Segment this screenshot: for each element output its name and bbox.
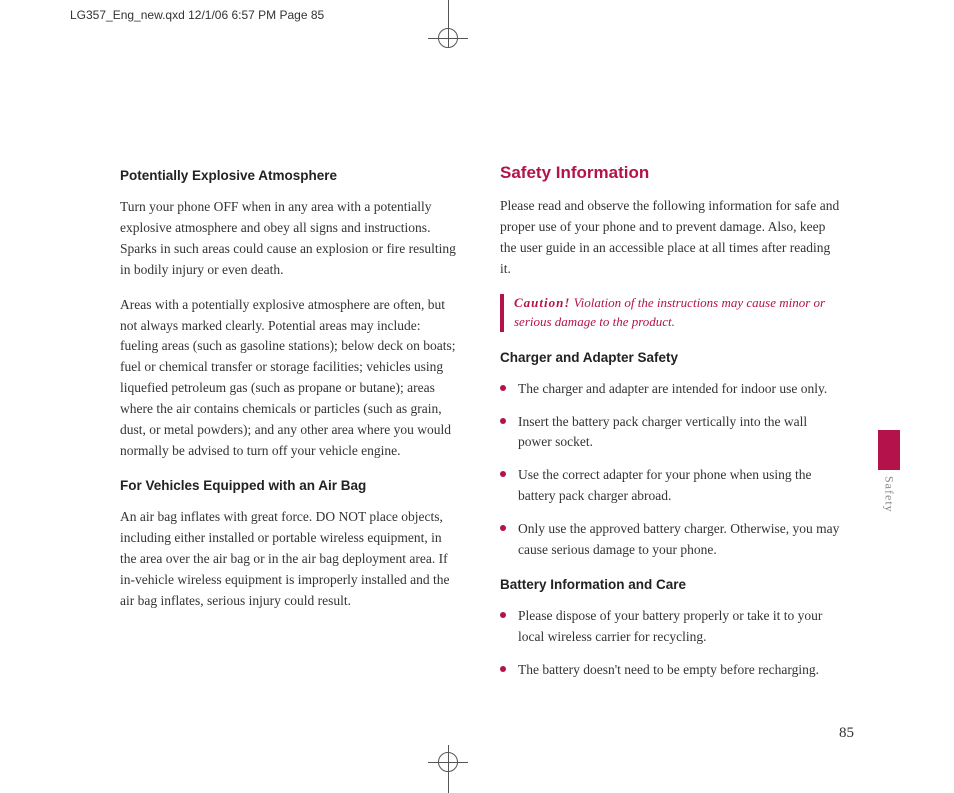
caution-label: Caution!	[514, 295, 570, 310]
list-item: Insert the battery pack charger vertical…	[500, 412, 840, 454]
list-item: The charger and adapter are intended for…	[500, 379, 840, 400]
body-text: Turn your phone OFF when in any area wit…	[120, 197, 460, 281]
registration-mark-icon	[448, 752, 449, 772]
tab-marker-icon	[878, 430, 900, 470]
heading-airbag: For Vehicles Equipped with an Air Bag	[120, 476, 460, 497]
right-column: Safety Information Please read and obser…	[500, 160, 840, 695]
heading-battery-info: Battery Information and Care	[500, 575, 840, 596]
tab-label: Safety	[882, 476, 897, 513]
manual-page: LG357_Eng_new.qxd 12/1/06 6:57 PM Page 8…	[0, 0, 954, 793]
registration-mark-icon	[448, 28, 449, 48]
body-text: Areas with a potentially explosive atmos…	[120, 295, 460, 462]
running-header: LG357_Eng_new.qxd 12/1/06 6:57 PM Page 8…	[70, 8, 324, 22]
section-title-safety-info: Safety Information	[500, 160, 840, 186]
list-item: Please dispose of your battery properly …	[500, 606, 840, 648]
battery-list: Please dispose of your battery properly …	[500, 606, 840, 681]
caution-block: Caution! Violation of the instructions m…	[500, 294, 840, 332]
content-area: Potentially Explosive Atmosphere Turn yo…	[120, 160, 840, 695]
list-item: Use the correct adapter for your phone w…	[500, 465, 840, 507]
side-tab: Safety	[878, 430, 900, 513]
body-text: Please read and observe the following in…	[500, 196, 840, 280]
body-text: An air bag inflates with great force. DO…	[120, 507, 460, 612]
list-item: Only use the approved battery charger. O…	[500, 519, 840, 561]
heading-charger-safety: Charger and Adapter Safety	[500, 348, 840, 369]
list-item: The battery doesn't need to be empty bef…	[500, 660, 840, 681]
heading-explosive-atmosphere: Potentially Explosive Atmosphere	[120, 166, 460, 187]
page-number: 85	[839, 725, 854, 742]
charger-list: The charger and adapter are intended for…	[500, 379, 840, 561]
left-column: Potentially Explosive Atmosphere Turn yo…	[120, 160, 460, 695]
